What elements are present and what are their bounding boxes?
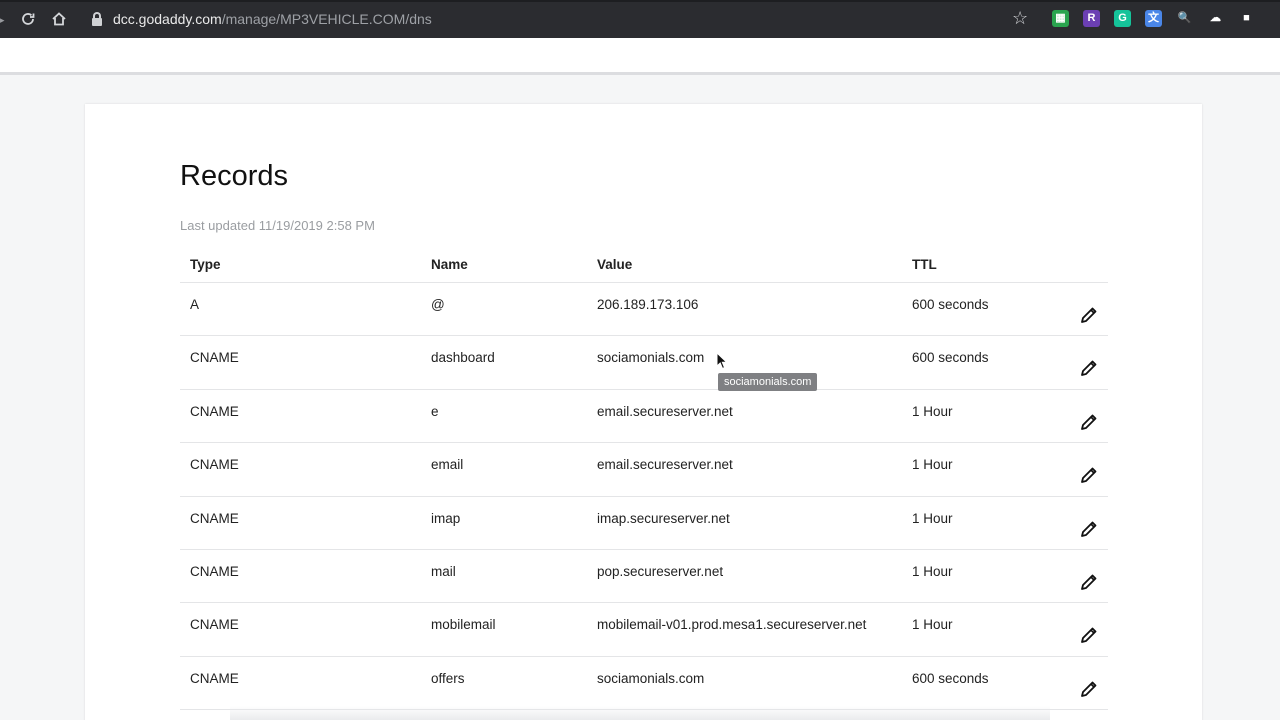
table-body: A @206.189.173.106 600 seconds CNAME dashboa…	[180, 283, 1108, 711]
table-row: CNAME mobilemail mobilemail-v01.prod.mesa1…	[180, 603, 1108, 657]
record-ttl: 600 seconds	[912, 670, 989, 686]
record-name: mail	[431, 563, 456, 579]
tooltip: sociamonials.com	[718, 373, 818, 391]
table-row: A @206.189.173.106 600 seconds	[180, 283, 1108, 337]
record-ttl: 600 seconds	[912, 350, 989, 366]
r-extension-icon[interactable]: R	[1083, 10, 1100, 27]
reload-icon[interactable]	[18, 9, 38, 29]
edit-pencil-icon[interactable]	[1079, 305, 1099, 325]
record-type: CNAME	[190, 617, 239, 633]
dns-records-table: Type Name Value TTL A @206.189.173.106 600…	[180, 244, 1108, 711]
address-bar[interactable]: dcc.godaddy.com/manage/MP3VEHICLE.COM/dn…	[113, 11, 432, 27]
table-row: CNAME email email.secureserver.net 1 Hour	[180, 443, 1108, 497]
search-extension-icon[interactable]: 🔍	[1176, 10, 1193, 27]
lock-icon[interactable]	[92, 12, 102, 26]
record-name: offers	[431, 670, 465, 686]
grammarly-extension-icon[interactable]: G	[1114, 10, 1131, 27]
scroll-shadow	[230, 706, 1050, 720]
record-value: email.secureserver.net	[597, 403, 733, 419]
record-type: CNAME	[190, 510, 239, 526]
record-ttl: 1 Hour	[912, 457, 953, 473]
column-header-type[interactable]: Type	[190, 257, 221, 272]
record-value: mobilemail-v01.prod.mesa1.secureserver.n…	[597, 617, 867, 633]
record-type: CNAME	[190, 563, 239, 579]
record-value: sociamonials.com	[597, 670, 705, 686]
edit-pencil-icon[interactable]	[1079, 412, 1099, 432]
browser-toolbar: ▸ dcc.godaddy.com/manage/MP3VEHICLE.COM/…	[0, 0, 1280, 38]
table-row: CNAME offers sociamonials.com 600 seconds	[180, 657, 1108, 711]
record-value: email.secureserver.net	[597, 457, 733, 473]
page-title: Records	[180, 160, 288, 192]
record-name: @	[431, 297, 445, 312]
dark-extension-icon[interactable]: ■	[1238, 10, 1255, 27]
edit-pencil-icon[interactable]	[1079, 625, 1099, 645]
record-name: e	[431, 403, 439, 419]
record-ttl: 1 Hour	[912, 510, 953, 526]
column-header-value[interactable]: Value	[597, 257, 632, 272]
page-header	[0, 38, 1280, 75]
record-value: 206.189.173.106	[597, 297, 699, 312]
record-value: pop.secureserver.net	[597, 563, 724, 579]
edit-pencil-icon[interactable]	[1079, 519, 1099, 539]
table-row: CNAME imap imap.secureserver.net 1 Hour	[180, 497, 1108, 550]
record-type: CNAME	[190, 670, 239, 686]
url-host: dcc.godaddy.com	[113, 11, 222, 27]
record-ttl: 1 Hour	[912, 403, 953, 419]
column-header-name[interactable]: Name	[431, 257, 468, 272]
record-ttl: 1 Hour	[912, 617, 953, 633]
table-row: CNAME mail pop.secureserver.net 1 Hour	[180, 550, 1108, 604]
bookmark-star-icon[interactable]: ☆	[1012, 9, 1030, 27]
table-header: Type Name Value TTL	[180, 244, 1108, 283]
last-updated-text: Last updated 11/19/2019 2:58 PM	[180, 218, 375, 233]
home-icon[interactable]	[49, 9, 69, 29]
record-name: dashboard	[431, 350, 495, 366]
grid-extension-icon[interactable]: ▦	[1052, 10, 1069, 27]
record-type: A	[190, 297, 200, 312]
url-path: /manage/MP3VEHICLE.COM/dns	[221, 11, 432, 27]
record-value: sociamonials.com	[597, 350, 705, 366]
column-header-ttl[interactable]: TTL	[912, 257, 937, 272]
edit-pencil-icon[interactable]	[1079, 358, 1099, 378]
records-card: Records Last updated 11/19/2019 2:58 PM …	[85, 104, 1202, 720]
table-row: CNAME dashboard sociamonials.com 600 second…	[180, 336, 1108, 390]
record-name: mobilemail	[431, 617, 496, 633]
record-type: CNAME	[190, 457, 239, 473]
edit-pencil-icon[interactable]	[1079, 465, 1099, 485]
record-value: imap.secureserver.net	[597, 510, 730, 526]
edit-pencil-icon[interactable]	[1079, 572, 1099, 592]
back-arrow-icon[interactable]: ▸	[0, 15, 5, 25]
record-ttl: 1 Hour	[912, 563, 953, 579]
record-name: imap	[431, 510, 461, 526]
edit-pencil-icon[interactable]	[1079, 679, 1099, 699]
record-type: CNAME	[190, 350, 239, 366]
record-name: email	[431, 457, 464, 473]
tab-strip-edge	[0, 0, 1280, 2]
record-type: CNAME	[190, 403, 239, 419]
translate-extension-icon[interactable]: 文	[1145, 10, 1162, 27]
cloud-extension-icon[interactable]: ☁	[1207, 10, 1224, 27]
record-ttl: 600 seconds	[912, 297, 989, 312]
table-row: CNAME e email.secureserver.net 1 Hour	[180, 390, 1108, 444]
mouse-cursor-icon	[716, 352, 728, 370]
